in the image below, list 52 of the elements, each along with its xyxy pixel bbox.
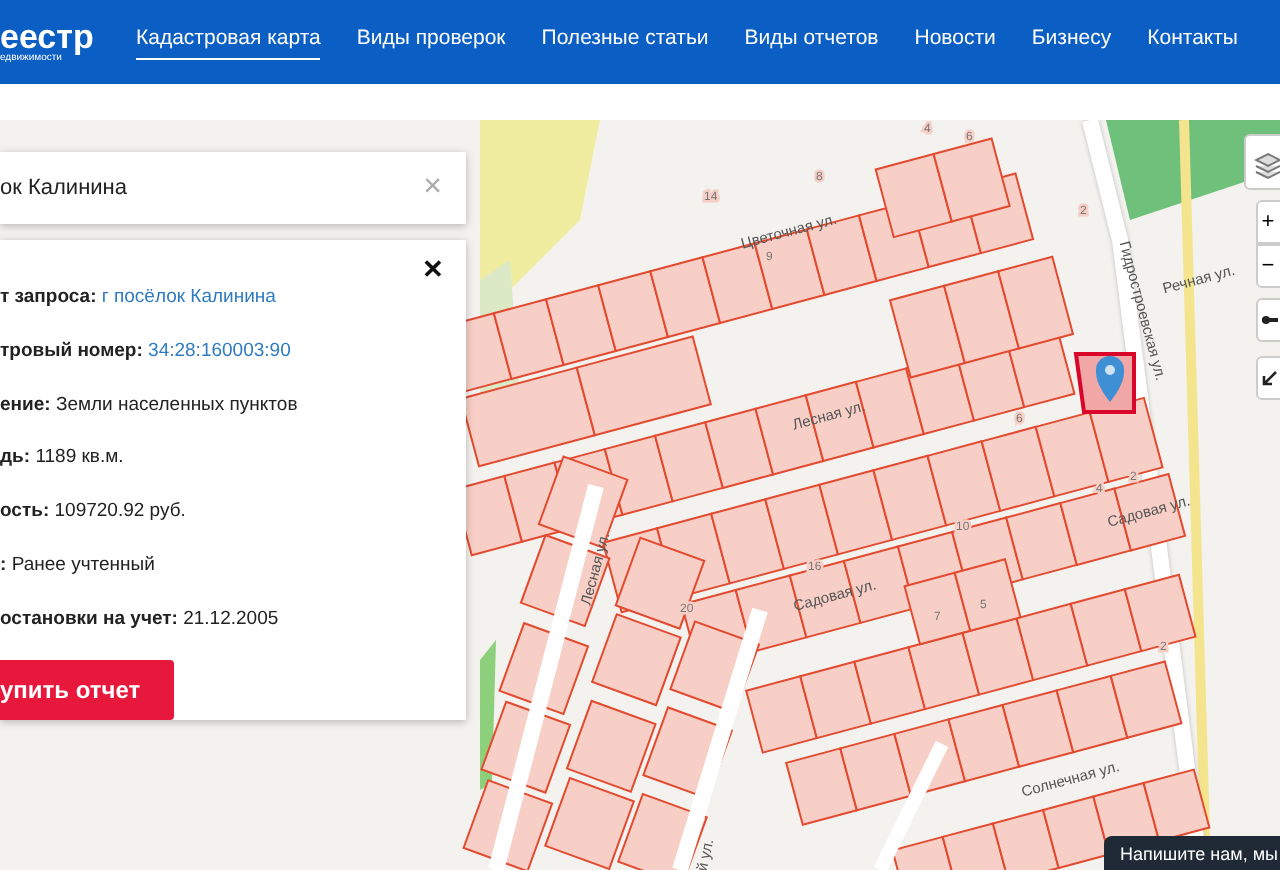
field-label: т запроса:: [0, 286, 97, 308]
nav-link[interactable]: Новости: [914, 23, 996, 61]
search-field[interactable]: ок Калинина ×: [0, 152, 466, 224]
land-parcel: [1015, 602, 1089, 682]
field-label: тровый номер:: [0, 339, 143, 362]
field-link[interactable]: г посёлок Калинина: [101, 286, 276, 308]
field-link[interactable]: 34:28:160003:90: [148, 339, 291, 362]
ruler-icon: [1262, 312, 1278, 328]
land-parcel: [614, 536, 706, 630]
buy-report-button[interactable]: упить отчет: [0, 660, 174, 721]
chat-widget[interactable]: Напишите нам, мы: [1104, 836, 1280, 870]
nav-link[interactable]: Полезные статьи: [541, 23, 709, 61]
close-button[interactable]: ✕: [422, 256, 444, 282]
land-parcel: [480, 700, 572, 794]
nav-link[interactable]: Бизнесу: [1031, 23, 1112, 61]
field-value: 21.12.2005: [183, 607, 279, 629]
site-logo[interactable]: еестр: [0, 20, 136, 54]
zoom-in-button[interactable]: +: [1256, 200, 1280, 244]
land-parcel: [642, 706, 734, 800]
cadastral-map[interactable]: [0, 120, 1280, 870]
land-parcel: [565, 699, 657, 794]
field-label: ость:: [0, 500, 50, 522]
land-parcel: [1005, 501, 1079, 581]
land-parcel: [590, 612, 682, 707]
land-parcel: [953, 558, 1022, 632]
land-parcel: [669, 620, 761, 714]
field-value: Ранее учтенный: [11, 553, 155, 576]
land-parcel: [947, 703, 1021, 783]
nav-link[interactable]: Виды проверок: [356, 23, 506, 61]
field-value: 109720.92 руб.: [54, 500, 186, 522]
land-parcel: [498, 621, 590, 716]
land-parcel: [543, 776, 636, 870]
field-label: :: [0, 553, 7, 576]
land-parcel: [616, 792, 709, 870]
field-label: остановки на учет:: [0, 607, 178, 629]
nav-link[interactable]: Кадастровая карта: [136, 23, 321, 61]
collapse-icon: [1262, 370, 1278, 386]
field-label: ение:: [0, 393, 51, 415]
layers-button[interactable]: [1244, 134, 1280, 190]
field-value: 1189 кв.м.: [35, 446, 124, 469]
location-pin-icon[interactable]: [1096, 356, 1124, 402]
land-parcel: [941, 822, 1010, 870]
layers-icon: [1254, 152, 1280, 181]
zoom-out-button[interactable]: −: [1256, 244, 1280, 288]
land-parcel: [1109, 660, 1183, 739]
nav-link[interactable]: Виды отчетов: [744, 23, 879, 61]
field-value: Земли населенных пунктов: [55, 393, 298, 415]
field-label: дь:: [0, 446, 31, 469]
land-parcel: [519, 533, 611, 628]
land-parcel: [903, 571, 972, 646]
road: [873, 740, 949, 870]
nav-link[interactable]: Контакты: [1147, 23, 1238, 61]
